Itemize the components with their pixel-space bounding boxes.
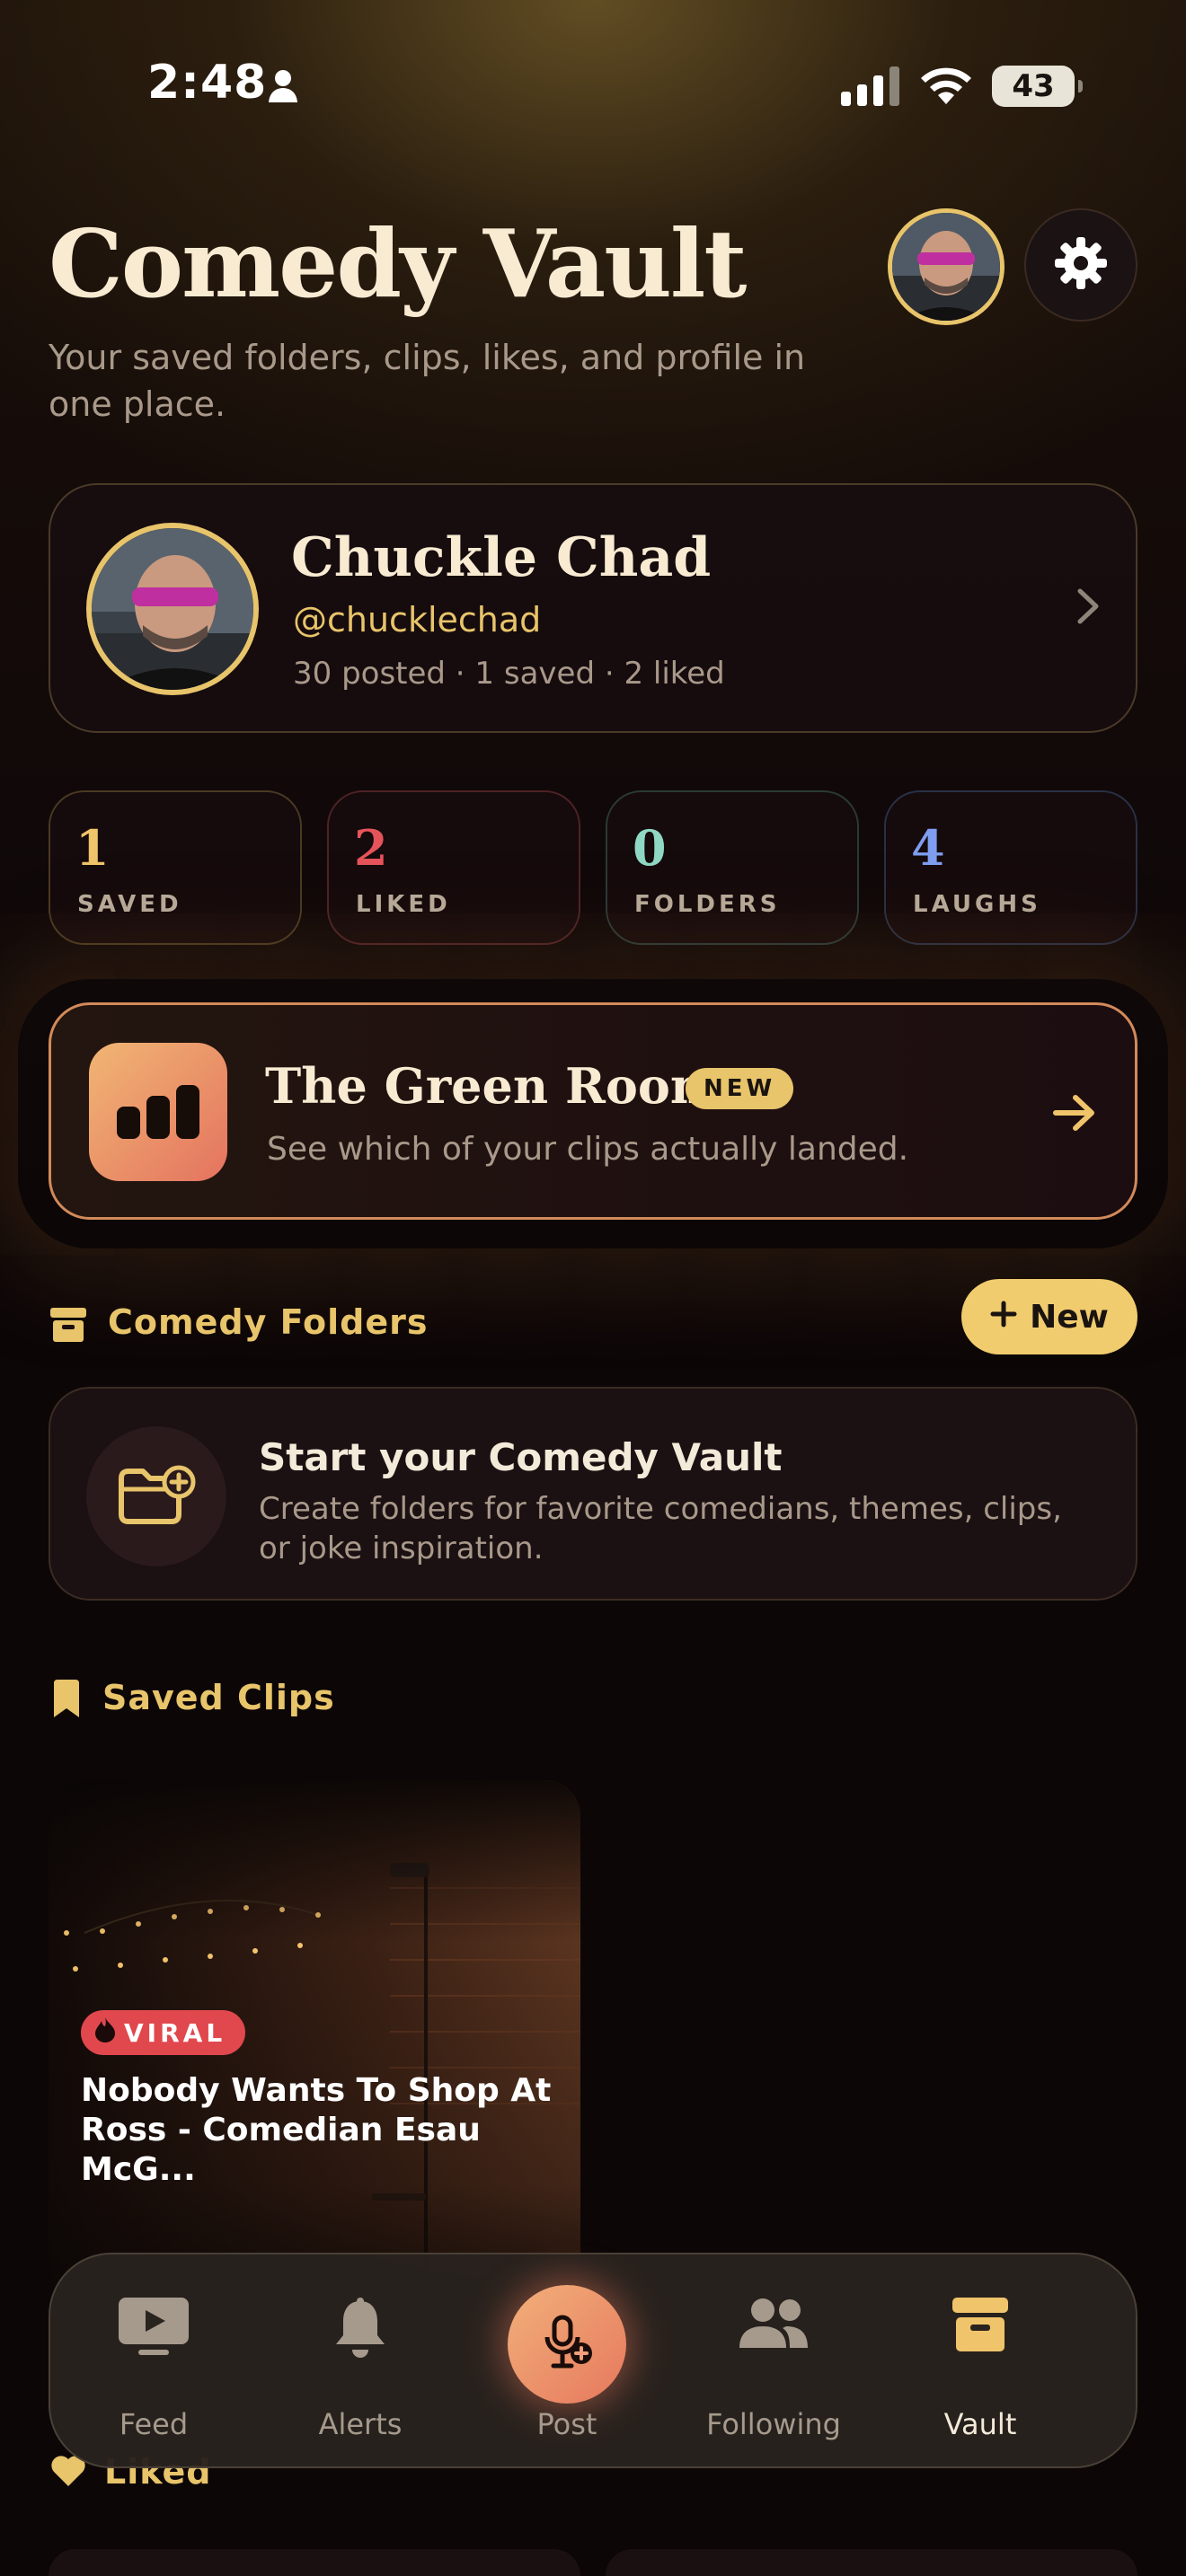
arrow-right-icon xyxy=(1052,1093,1097,1136)
new-badge: NEW xyxy=(686,1068,794,1109)
stat-label: LAUGHS xyxy=(913,891,1041,918)
tab-label: Feed xyxy=(119,2407,189,2441)
post-button[interactable] xyxy=(508,2285,626,2404)
stat-label: FOLDERS xyxy=(634,891,781,918)
stat-value: 1 xyxy=(75,819,110,877)
stat-tile-saved[interactable]: 1 SAVED xyxy=(49,790,302,945)
green-room-card[interactable]: The Green Room NEW See which of your cli… xyxy=(49,1002,1137,1220)
people-icon xyxy=(736,2298,811,2353)
tab-alerts[interactable]: Alerts xyxy=(257,2254,464,2470)
new-folder-label: New xyxy=(1030,1298,1109,1336)
page-subtitle: Your saved folders, clips, likes, and pr… xyxy=(49,338,806,424)
settings-button[interactable] xyxy=(1024,208,1137,322)
wifi-icon xyxy=(918,65,974,110)
archive-icon xyxy=(952,2298,1008,2355)
stat-tile-folders[interactable]: 0 FOLDERS xyxy=(606,790,859,945)
tab-label: Alerts xyxy=(318,2407,403,2441)
stat-label: LIKED xyxy=(356,891,451,918)
bookmark-icon xyxy=(54,1680,79,1721)
stat-value: 0 xyxy=(633,819,667,877)
liked-clip-card[interactable] xyxy=(606,2549,1137,2576)
header-avatar[interactable] xyxy=(888,208,1005,325)
stat-tile-liked[interactable]: 2 LIKED xyxy=(327,790,580,945)
empty-folders-card[interactable]: Start your Comedy Vault Create folders f… xyxy=(49,1387,1137,1601)
profile-handle: @chucklechad xyxy=(293,600,542,640)
stat-label: SAVED xyxy=(77,891,182,918)
profile-card[interactable]: Chuckle Chad @chucklechad 30 posted · 1 … xyxy=(49,483,1137,733)
folder-plus-icon xyxy=(86,1426,226,1566)
profile-avatar xyxy=(86,523,259,695)
archive-icon xyxy=(50,1308,86,1345)
plus-icon xyxy=(990,1299,1017,1336)
cellular-signal-icon xyxy=(841,66,902,110)
page-title: Comedy Vault xyxy=(49,208,747,319)
tab-label: Post xyxy=(536,2407,597,2441)
stat-value: 2 xyxy=(354,819,388,877)
liked-clip-card[interactable] xyxy=(49,2549,580,2576)
chevron-right-icon xyxy=(1075,586,1102,631)
tab-feed[interactable]: Feed xyxy=(50,2254,257,2470)
bell-icon xyxy=(332,2298,388,2362)
play-screen-icon xyxy=(119,2298,189,2359)
bottom-tab-bar: Feed Alerts Post Following Vault xyxy=(49,2253,1137,2468)
viral-badge-label: VIRAL xyxy=(124,2017,226,2048)
green-room-title: The Green Room xyxy=(265,1057,721,1115)
flame-icon xyxy=(95,2016,115,2049)
saved-clip-card[interactable]: VIRAL Nobody Wants To Shop At Ross - Com… xyxy=(49,1780,580,2319)
clip-title: Nobody Wants To Shop At Ross - Comedian … xyxy=(81,2072,552,2188)
new-folder-button[interactable]: New xyxy=(961,1279,1137,1354)
folders-section-title: Comedy Folders xyxy=(108,1302,429,1342)
tab-following[interactable]: Following xyxy=(670,2254,877,2470)
viral-badge: VIRAL xyxy=(81,2010,246,2055)
empty-folders-subtitle: Create folders for favorite comedians, t… xyxy=(259,1491,1062,1566)
tab-vault[interactable]: Vault xyxy=(877,2254,1084,2470)
tab-label: Following xyxy=(706,2407,841,2441)
profile-stats: 30 posted · 1 saved · 2 liked xyxy=(293,656,725,692)
stat-value: 4 xyxy=(911,819,945,877)
saved-clips-section-title: Saved Clips xyxy=(102,1678,335,1717)
tab-label: Vault xyxy=(943,2407,1017,2441)
battery-indicator: 43 xyxy=(992,66,1083,107)
profile-name: Chuckle Chad xyxy=(291,526,712,589)
stat-tile-laughs[interactable]: 4 LAUGHS xyxy=(884,790,1137,945)
tab-post[interactable]: Post xyxy=(464,2254,670,2470)
empty-folders-title: Start your Comedy Vault xyxy=(259,1435,783,1479)
mic-plus-icon xyxy=(538,2314,596,2375)
person-icon xyxy=(268,68,298,108)
green-room-subtitle: See which of your clips actually landed. xyxy=(267,1131,909,1168)
bar-chart-icon xyxy=(89,1043,227,1181)
status-time: 2:48 xyxy=(147,56,268,110)
gear-icon xyxy=(1053,235,1109,295)
